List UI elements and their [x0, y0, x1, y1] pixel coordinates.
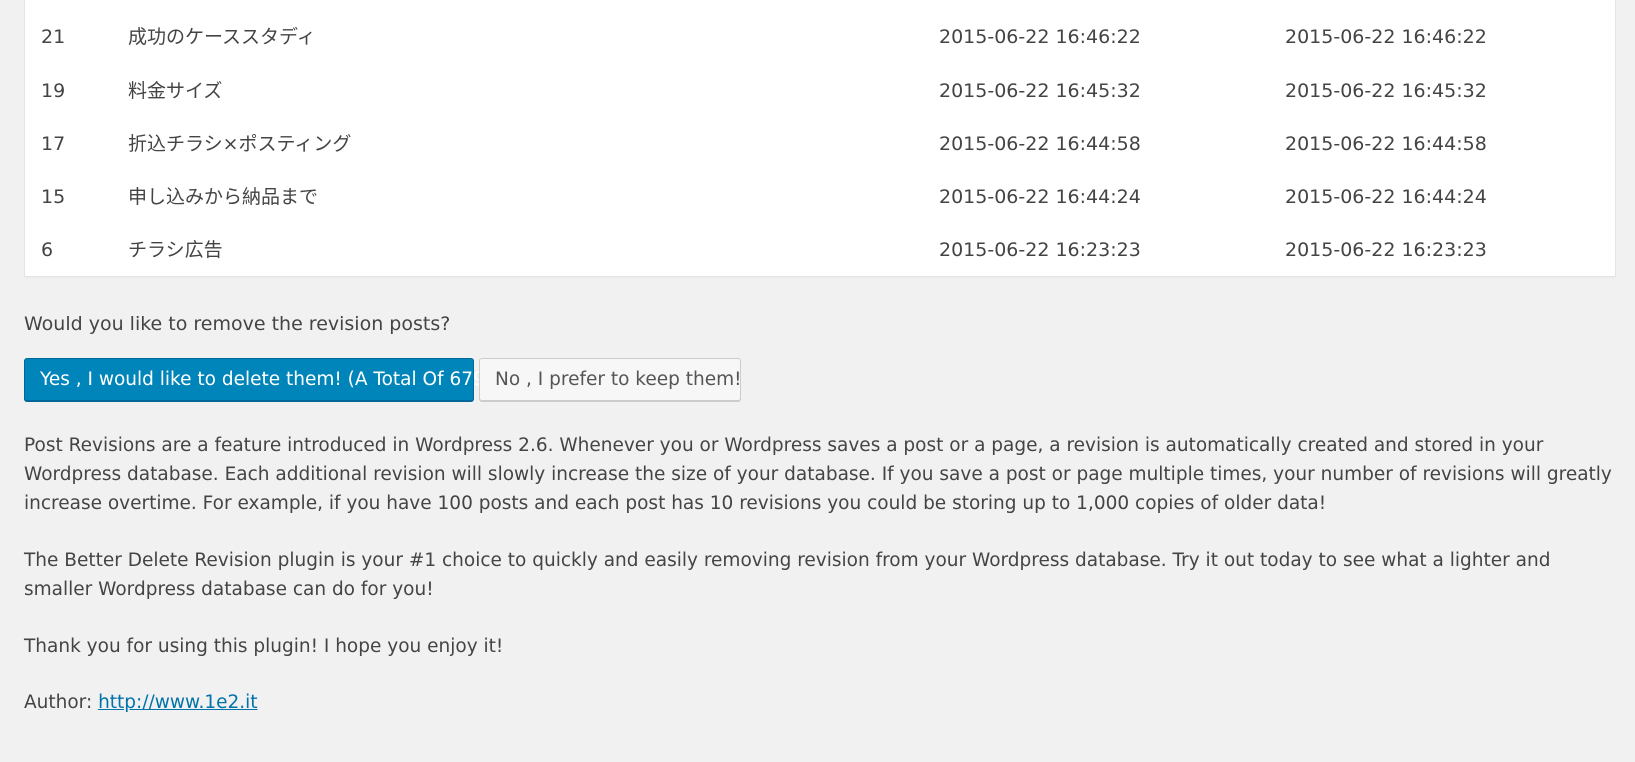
author-link[interactable]: http://www.1e2.it [98, 692, 257, 713]
info-paragraph-plugin: The Better Delete Revision plugin is you… [24, 550, 1551, 600]
info-paragraph-revisions: Post Revisions are a feature introduced … [24, 435, 1612, 514]
revision-date: 2015-06-22 16:46:22 [939, 26, 1141, 48]
revision-id: 15 [41, 186, 66, 208]
revision-id: 6 [41, 239, 54, 261]
revision-modified: 2015-06-22 16:45:32 [1285, 80, 1487, 102]
author-line: Author: http://www.1e2.it [24, 688, 1616, 717]
table-row: 21 成功のケーススタディ 2015-06-22 16:46:22 2015-0… [25, 11, 1615, 64]
revision-modified: 2015-06-22 16:23:23 [1285, 239, 1487, 261]
revision-date: 2015-06-22 16:23:23 [939, 239, 1141, 261]
table-row: 15 申し込みから納品まで 2015-06-22 16:44:24 2015-0… [25, 171, 1615, 224]
table-row: 6 チラシ広告 2015-06-22 16:23:23 2015-06-22 1… [25, 224, 1615, 277]
revisions-table: 21 成功のケーススタディ 2015-06-22 16:46:22 2015-0… [24, 0, 1616, 277]
revision-id: 19 [41, 80, 66, 102]
delete-revisions-button[interactable]: Yes , I would like to delete them! (A To… [24, 358, 492, 401]
keep-revisions-button[interactable]: No , I prefer to keep them! [479, 358, 742, 401]
table-row: 19 料金サイズ 2015-06-22 16:45:32 2015-06-22 … [25, 65, 1615, 118]
revision-modified: 2015-06-22 16:46:22 [1285, 26, 1487, 48]
thank-you-text: Thank you for using this plugin! I hope … [24, 636, 504, 657]
revision-id: 17 [41, 133, 66, 155]
revision-title: 折込チラシ×ポスティング [128, 133, 352, 155]
revision-title: 料金サイズ [128, 80, 223, 102]
author-label: Author: [24, 692, 99, 713]
revision-modified: 2015-06-22 16:44:58 [1285, 133, 1487, 155]
revision-title: チラシ広告 [128, 239, 223, 261]
revision-modified: 2015-06-22 16:44:24 [1285, 186, 1487, 208]
revision-title: 成功のケーススタディ [128, 26, 316, 48]
revision-title: 申し込みから納品まで [128, 186, 319, 208]
remove-question: Would you like to remove the revision po… [24, 313, 451, 335]
revision-id: 21 [41, 26, 66, 48]
revision-date: 2015-06-22 16:44:24 [939, 186, 1141, 208]
table-row: 17 折込チラシ×ポスティング 2015-06-22 16:44:58 2015… [25, 118, 1615, 171]
revision-date: 2015-06-22 16:45:32 [939, 80, 1141, 102]
revision-date: 2015-06-22 16:44:58 [939, 133, 1141, 155]
